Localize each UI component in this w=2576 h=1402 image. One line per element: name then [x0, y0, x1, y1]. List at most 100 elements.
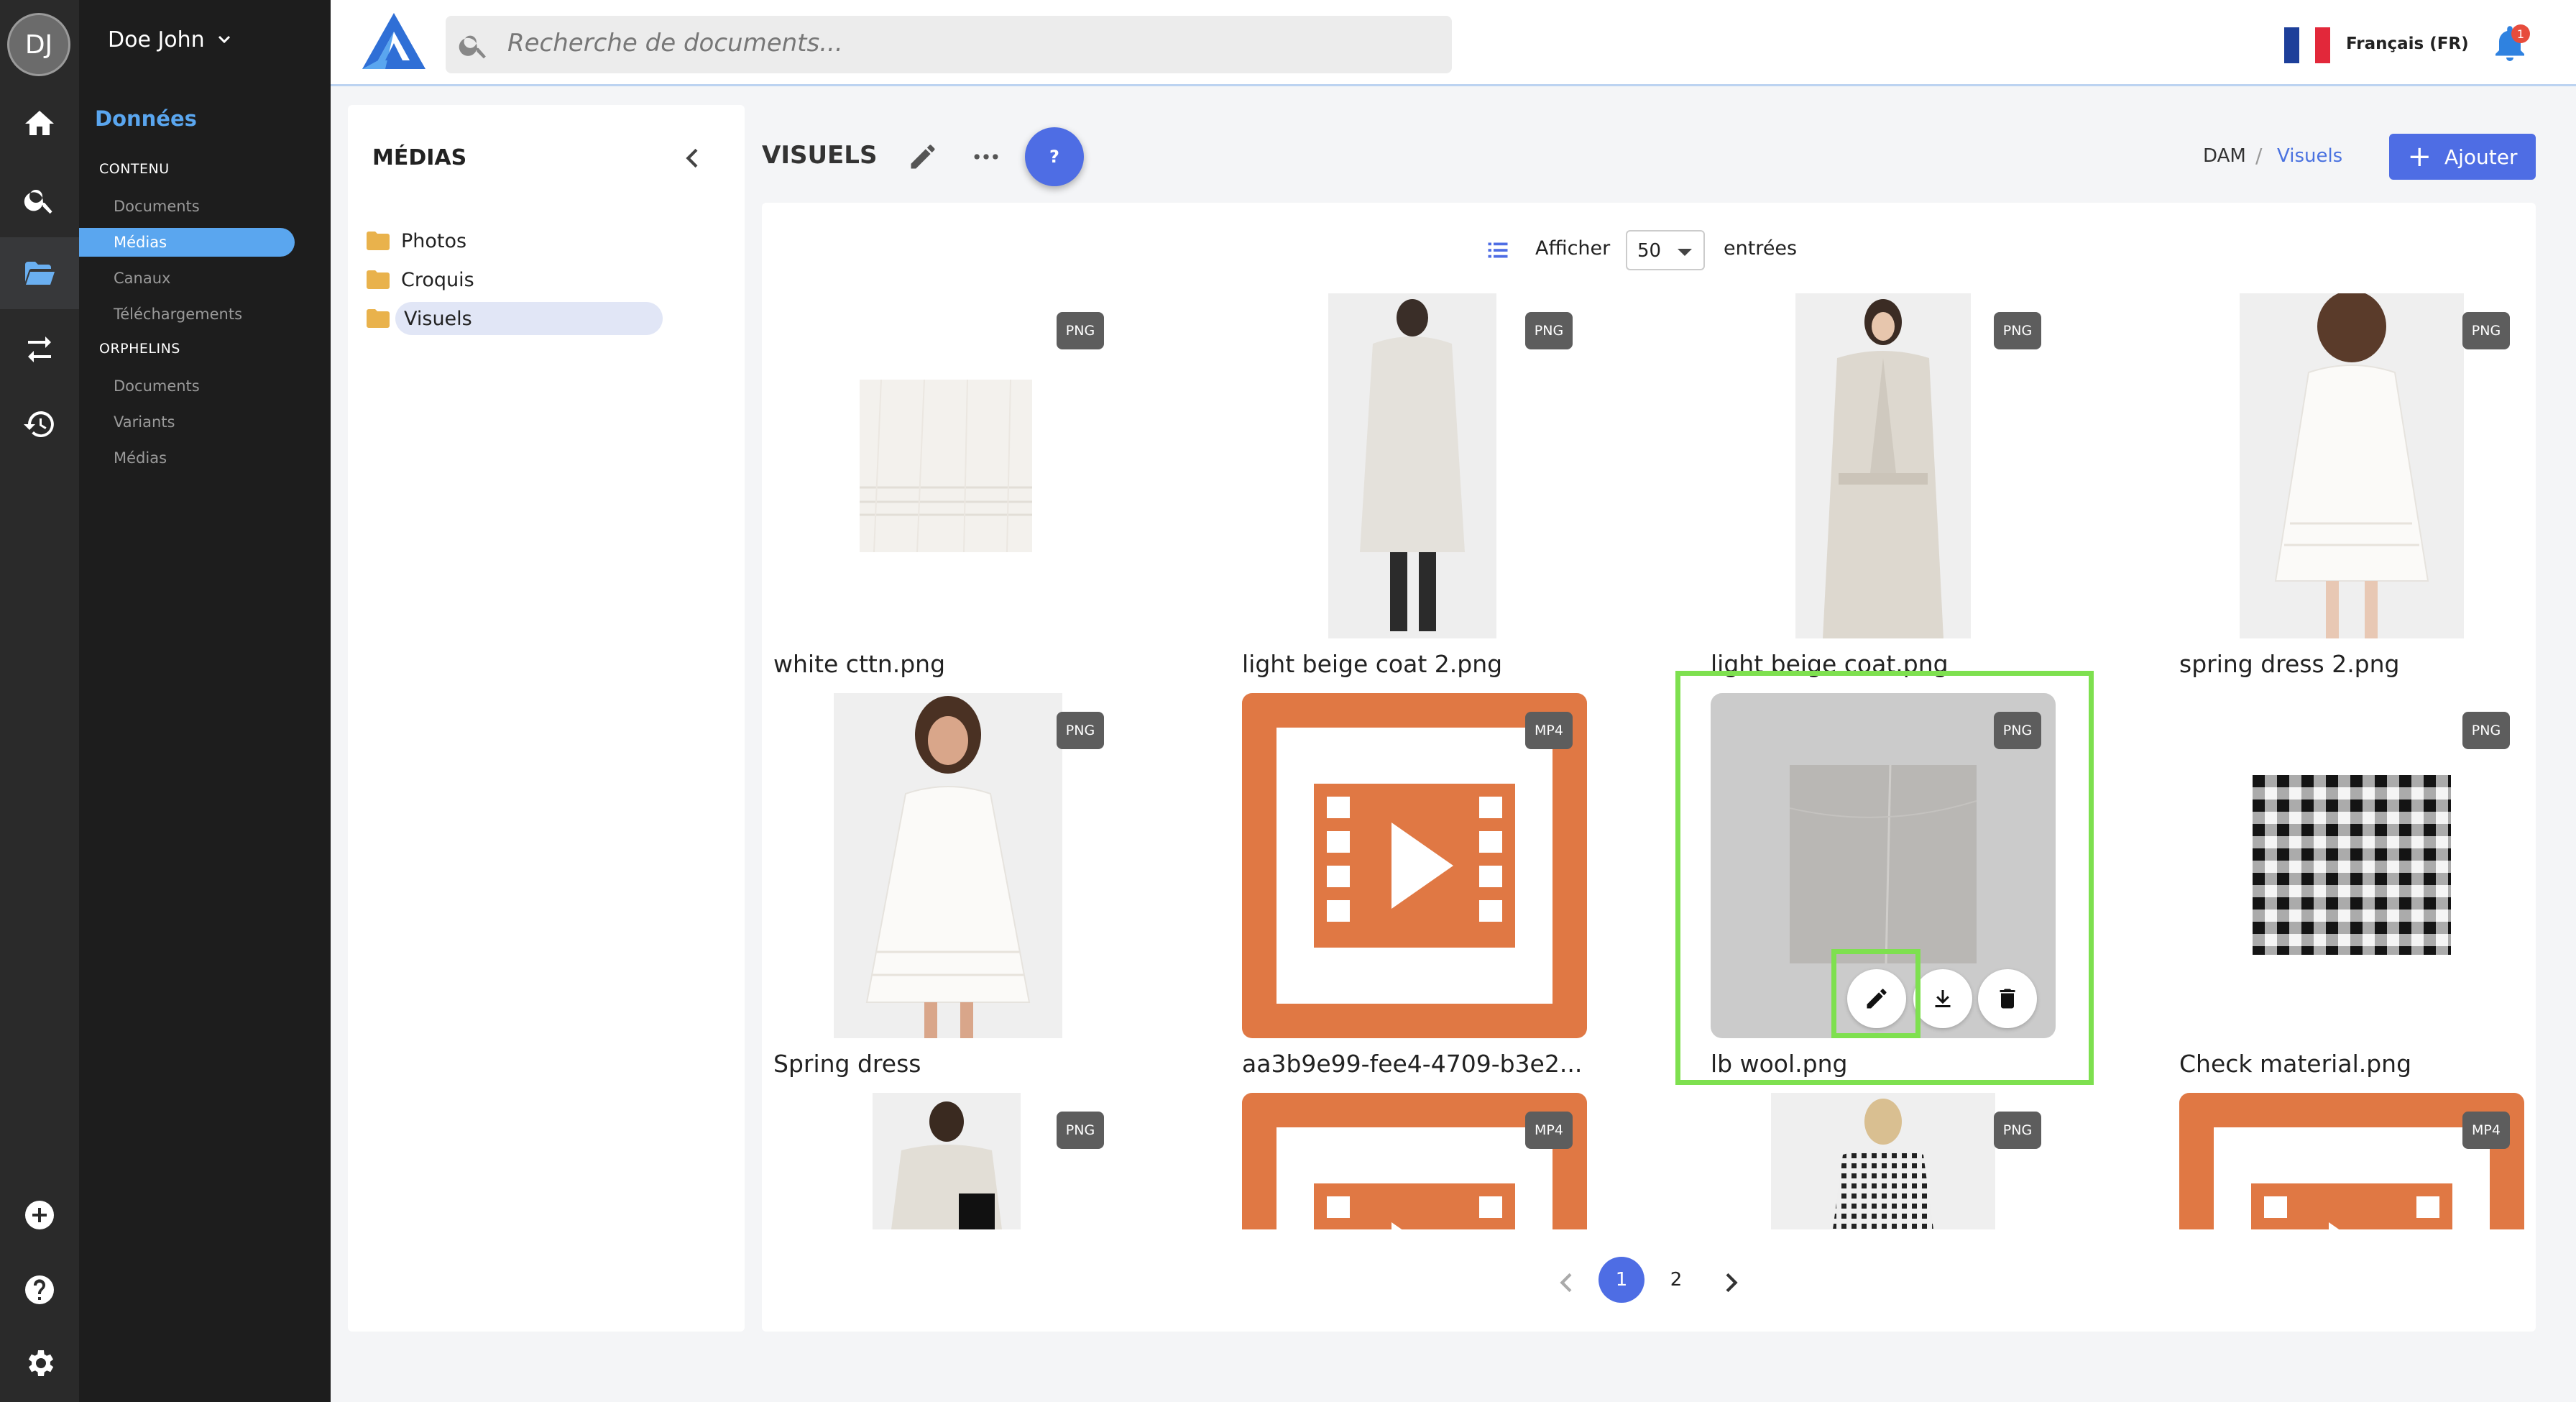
folder-icon [367, 309, 390, 328]
search-icon[interactable] [0, 164, 79, 236]
folders-title: MÉDIAS [372, 145, 467, 170]
folder-croquis[interactable]: Croquis [367, 263, 474, 296]
media-card[interactable]: PNG [1711, 1093, 2056, 1229]
delete-media-button[interactable] [1978, 969, 2037, 1028]
folder-label: Photos [401, 229, 467, 252]
media-caption: Check material.png [2179, 1050, 2412, 1078]
media-card[interactable]: MP4 [1242, 1093, 1587, 1229]
file-type-badge: MP4 [1525, 712, 1573, 749]
page-title: VISUELS [762, 141, 878, 170]
folder-visuels[interactable]: Visuels [395, 302, 663, 335]
breadcrumb-dam[interactable]: DAM [2203, 145, 2246, 167]
trash-icon [2000, 989, 2015, 1009]
nav-item-canaux[interactable]: Canaux [114, 264, 170, 293]
fabric-texture [860, 379, 1032, 553]
coat-front-image [1795, 293, 1971, 638]
home-icon[interactable] [0, 88, 79, 160]
france-flag-icon[interactable] [2284, 27, 2330, 63]
pagination-page-2[interactable]: 2 [1653, 1257, 1699, 1303]
nav-item-orphan-documents[interactable]: Documents [114, 372, 200, 400]
edit-pencil-icon[interactable] [907, 141, 939, 173]
edit-pencil-icon [1867, 989, 1887, 1009]
breadcrumb-separator: / [2255, 144, 2263, 168]
pagination-prev-icon[interactable] [1552, 1268, 1581, 1297]
user-name[interactable]: Doe John [108, 27, 205, 52]
nav-item-medias[interactable]: Médias [79, 228, 295, 257]
media-grid-panel: Afficher 50 entrées PNG white cttn.png P… [762, 203, 2536, 1332]
breadcrumb-current[interactable]: Visuels [2277, 145, 2342, 167]
folders-panel: MÉDIAS Photos Croquis Visuels [348, 105, 745, 1332]
check-fabric-image [2253, 775, 2451, 955]
file-type-badge: PNG [1057, 1112, 1104, 1149]
file-type-badge: PNG [1525, 312, 1573, 349]
entries-label: entrées [1724, 237, 1798, 260]
add-circle-icon[interactable] [0, 1179, 79, 1251]
nav-item-telechargements[interactable]: Téléchargements [114, 300, 242, 329]
file-type-badge: MP4 [2462, 1112, 2510, 1149]
media-card[interactable]: MP4 [2179, 1093, 2524, 1229]
dress-figure [2274, 293, 2429, 638]
media-caption: white cttn.png [773, 650, 946, 678]
blazer-image [873, 1093, 1021, 1229]
media-caption: lb wool.png [1711, 1050, 1848, 1078]
spring-dress-back-image [2240, 293, 2464, 638]
nav-title[interactable]: Données [95, 106, 197, 131]
file-type-badge: PNG [1994, 1112, 2041, 1149]
check-jacket-image [1771, 1093, 1995, 1229]
language-selector[interactable]: Français (FR) [2346, 35, 2469, 53]
coat-figure [1360, 299, 1465, 631]
search-input[interactable]: Recherche de documents... [446, 16, 1452, 73]
icon-rail: DJ [0, 0, 79, 1402]
folder-open-icon[interactable] [0, 237, 79, 309]
gingham-pattern [2253, 775, 2451, 955]
fabric-image [860, 379, 1032, 553]
media-caption: Spring dress [773, 1050, 921, 1078]
help-button[interactable]: ? [1025, 127, 1084, 186]
chevron-left-icon[interactable] [678, 144, 707, 173]
folder-icon [367, 270, 390, 289]
pagination-next-icon[interactable] [1716, 1268, 1745, 1297]
media-caption: spring dress 2.png [2179, 650, 2400, 678]
chevron-down-icon[interactable] [217, 35, 231, 45]
download-media-button[interactable] [1913, 969, 1972, 1028]
more-horizontal-icon[interactable] [970, 141, 1002, 173]
nav-item-orphan-medias[interactable]: Médias [114, 444, 167, 472]
download-icon [1935, 990, 1951, 1007]
folder-icon [367, 232, 390, 250]
data-nav-panel: Doe John Données CONTENU Documents Média… [79, 0, 331, 1402]
file-type-badge: PNG [1057, 312, 1104, 349]
folder-label: Visuels [404, 307, 472, 330]
page-size-value: 50 [1637, 240, 1662, 262]
nav-item-documents[interactable]: Documents [114, 192, 200, 221]
blazer-figure [891, 1101, 1002, 1229]
file-type-badge: PNG [1057, 712, 1104, 749]
pagination-page-1[interactable]: 1 [1598, 1257, 1644, 1303]
transfer-icon[interactable] [0, 313, 79, 385]
file-type-badge: PNG [2462, 712, 2510, 749]
file-type-badge: PNG [1994, 312, 2041, 349]
spring-dress-front-image [834, 693, 1062, 1038]
edit-media-button[interactable] [1847, 969, 1906, 1028]
coat-figure [1823, 299, 1944, 638]
history-icon[interactable] [0, 388, 79, 460]
nav-item-orphan-variants[interactable]: Variants [114, 408, 175, 436]
help-icon[interactable] [0, 1254, 79, 1326]
file-type-badge: PNG [2462, 312, 2510, 349]
folder-label: Croquis [401, 268, 474, 291]
plus-icon: + [2407, 140, 2432, 173]
page-size-select[interactable]: 50 [1626, 230, 1705, 270]
nav-section-orphelins: ORPHELINS [99, 341, 180, 357]
settings-icon[interactable] [0, 1327, 79, 1399]
app-logo-icon[interactable] [359, 10, 428, 72]
wool-fabric-image [1789, 764, 1977, 964]
search-placeholder: Recherche de documents... [507, 29, 843, 58]
add-button[interactable]: + Ajouter [2389, 134, 2536, 180]
dress-figure [865, 696, 1031, 1038]
notification-badge: 1 [2511, 24, 2530, 43]
list-view-icon[interactable] [1485, 237, 1511, 263]
caret-down-icon [1678, 249, 1692, 256]
avatar[interactable]: DJ [7, 13, 70, 76]
folder-photos[interactable]: Photos [367, 224, 466, 257]
media-card[interactable]: PNG [773, 1093, 1118, 1229]
nav-section-contenu: CONTENU [99, 161, 170, 177]
